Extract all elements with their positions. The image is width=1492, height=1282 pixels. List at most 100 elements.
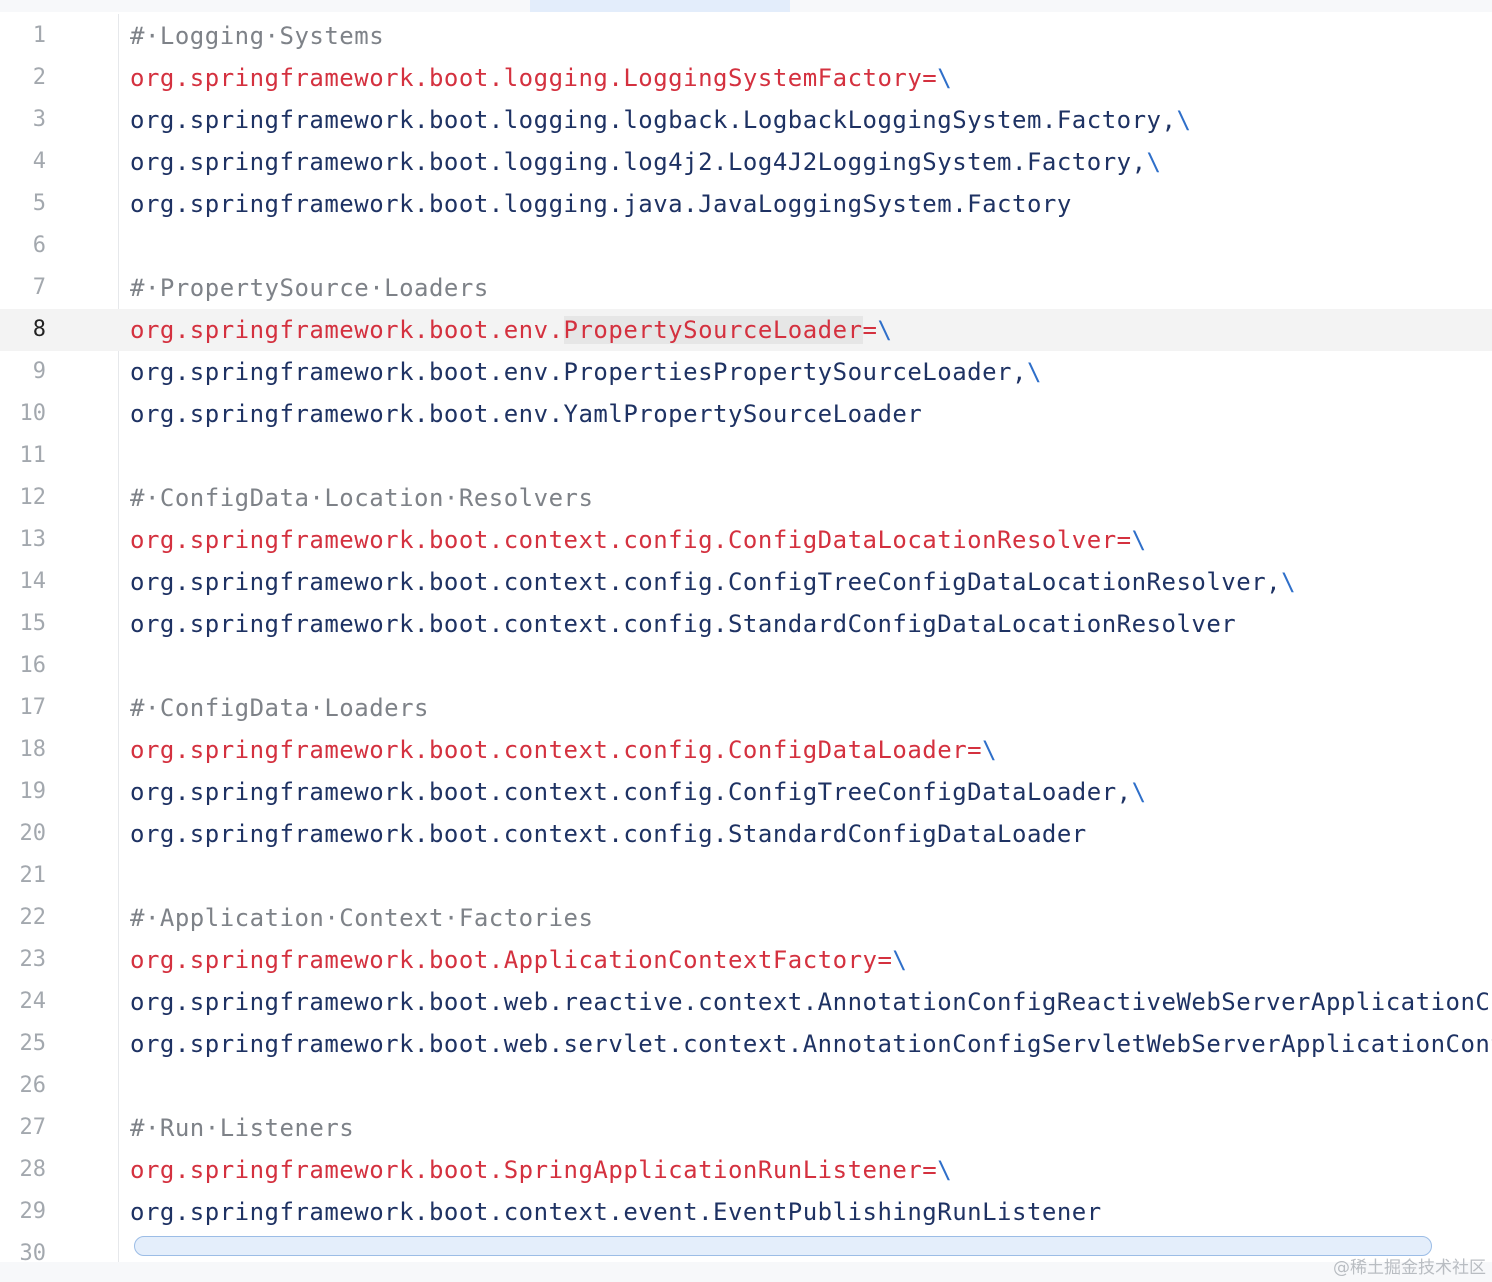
code-line[interactable]: 15 org.springframework.boot.context.confi… [0, 603, 1492, 645]
code-text[interactable]: org.springframework.boot.context.config.… [130, 561, 1296, 603]
line-continuation-token: \ [1026, 358, 1042, 386]
comment-token: #·ConfigData·Location·Resolvers [130, 484, 594, 512]
code-line[interactable]: 1 #·Logging·Systems [0, 15, 1492, 57]
code-text[interactable]: org.springframework.boot.env.PropertiesP… [130, 351, 1042, 393]
line-continuation-token: \ [937, 1156, 953, 1184]
line-number: 14 [19, 569, 47, 594]
watermark: @稀土掘金技术社区 [1333, 1258, 1486, 1278]
line-number: 9 [32, 359, 46, 384]
property-key-token: org.springframework.boot.logging.Logging… [130, 64, 938, 92]
line-number: 28 [19, 1157, 47, 1182]
comment-token: #·Application·Context·Factories [130, 904, 594, 932]
code-line[interactable]: 23 org.springframework.boot.ApplicationCo… [0, 939, 1492, 981]
code-line[interactable]: 4 org.springframework.boot.logging.log4j2… [0, 141, 1492, 183]
comment-token: #·Run·Listeners [130, 1114, 355, 1142]
property-key-token: org.springframework.boot.ApplicationCont… [130, 946, 893, 974]
code-line[interactable]: 24 org.springframework.boot.web.reactive.… [0, 981, 1492, 1023]
code-line[interactable]: 22 #·Application·Context·Factories [0, 897, 1492, 939]
line-continuation-token: \ [1146, 148, 1162, 176]
property-value-token: org.springframework.boot.context.config.… [130, 568, 1282, 596]
code-text[interactable]: org.springframework.boot.env.YamlPropert… [130, 393, 922, 435]
code-line[interactable]: 21 [0, 855, 1492, 897]
property-key-token: = [862, 316, 878, 344]
code-text[interactable]: org.springframework.boot.logging.logback… [130, 99, 1191, 141]
code-line[interactable]: 28 org.springframework.boot.SpringApplica… [0, 1149, 1492, 1191]
code-line[interactable]: 26 [0, 1065, 1492, 1107]
line-number: 3 [32, 107, 46, 132]
line-continuation-token: \ [982, 736, 998, 764]
comment-token: #·ConfigData·Loaders [130, 694, 429, 722]
line-number: 2 [32, 65, 46, 90]
code-line[interactable]: 12 #·ConfigData·Location·Resolvers [0, 477, 1492, 519]
property-value-token: org.springframework.boot.logging.java.Ja… [130, 190, 1072, 218]
code-text[interactable]: #·ConfigData·Location·Resolvers [130, 477, 593, 519]
property-value-token: org.springframework.boot.logging.log4j2.… [130, 148, 1147, 176]
code-text[interactable]: org.springframework.boot.web.servlet.con… [130, 1023, 1492, 1065]
comment-token: #·Logging·Systems [130, 22, 385, 50]
code-text[interactable]: #·Run·Listeners [130, 1107, 354, 1149]
code-lines[interactable]: 1 #·Logging·Systems 2 org.springframework.b… [0, 15, 1492, 1275]
code-line[interactable]: 27 #·Run·Listeners [0, 1107, 1492, 1149]
code-text[interactable]: org.springframework.boot.SpringApplicati… [130, 1149, 952, 1191]
line-number: 20 [19, 821, 47, 846]
property-key-token: org.springframework.boot.env. [130, 316, 564, 344]
property-value-token: org.springframework.boot.env.PropertiesP… [130, 358, 1027, 386]
code-editor[interactable]: 1 #·Logging·Systems 2 org.springframework.b… [0, 0, 1492, 1282]
line-number: 24 [19, 989, 47, 1014]
line-continuation-token: \ [1131, 778, 1147, 806]
line-number: 13 [19, 527, 47, 552]
code-text[interactable]: #·PropertySource·Loaders [130, 267, 489, 309]
code-line[interactable]: 5 org.springframework.boot.logging.java.J… [0, 183, 1492, 225]
code-text[interactable]: org.springframework.boot.context.config.… [130, 771, 1147, 813]
property-key-token: org.springframework.boot.SpringApplicati… [130, 1156, 938, 1184]
property-value-token: org.springframework.boot.web.reactive.co… [130, 988, 1492, 1016]
code-line[interactable]: 19 org.springframework.boot.context.confi… [0, 771, 1492, 813]
code-text[interactable]: org.springframework.boot.context.config.… [130, 729, 997, 771]
code-line[interactable]: 14 org.springframework.boot.context.confi… [0, 561, 1492, 603]
property-value-token: org.springframework.boot.env.YamlPropert… [130, 400, 923, 428]
code-text[interactable]: org.springframework.boot.context.config.… [130, 813, 1087, 855]
line-continuation-token: \ [1131, 526, 1147, 554]
code-line[interactable]: 16 [0, 645, 1492, 687]
active-tab-indicator[interactable] [530, 0, 790, 12]
property-value-token: org.springframework.boot.context.config.… [130, 610, 1237, 638]
code-text[interactable]: org.springframework.boot.ApplicationCont… [130, 939, 907, 981]
line-continuation-token: \ [892, 946, 908, 974]
code-line[interactable]: 25 org.springframework.boot.web.servlet.c… [0, 1023, 1492, 1065]
code-text[interactable]: #·Application·Context·Factories [130, 897, 593, 939]
line-number: 19 [19, 779, 47, 804]
horizontal-scrollbar[interactable] [134, 1236, 1432, 1256]
property-key-token: org.springframework.boot.context.config.… [130, 736, 983, 764]
code-text[interactable]: org.springframework.boot.env.PropertySou… [130, 309, 892, 351]
line-continuation-token: \ [1176, 106, 1192, 134]
line-continuation-token: \ [1281, 568, 1297, 596]
code-text[interactable]: org.springframework.boot.logging.log4j2.… [130, 141, 1162, 183]
line-continuation-token: \ [877, 316, 893, 344]
code-text[interactable]: org.springframework.boot.context.config.… [130, 519, 1147, 561]
code-line[interactable]: 20 org.springframework.boot.context.confi… [0, 813, 1492, 855]
code-line[interactable]: 17 #·ConfigData·Loaders [0, 687, 1492, 729]
code-line[interactable]: 13 org.springframework.boot.context.confi… [0, 519, 1492, 561]
code-line[interactable]: 9 org.springframework.boot.env.Properties… [0, 351, 1492, 393]
code-line[interactable]: 11 [0, 435, 1492, 477]
code-text[interactable]: #·ConfigData·Loaders [130, 687, 429, 729]
line-number: 26 [19, 1073, 47, 1098]
line-number: 16 [19, 653, 47, 678]
editor-bottom-bar [0, 1262, 1492, 1282]
code-line[interactable]: 2 org.springframework.boot.logging.Loggin… [0, 57, 1492, 99]
code-line[interactable]: 18 org.springframework.boot.context.confi… [0, 729, 1492, 771]
line-number: 15 [19, 611, 47, 636]
code-line[interactable]: 10 org.springframework.boot.env.YamlPrope… [0, 393, 1492, 435]
code-line[interactable]: 8 org.springframework.boot.env.PropertySo… [0, 309, 1492, 351]
property-value-token: org.springframework.boot.logging.logback… [130, 106, 1177, 134]
code-text[interactable]: org.springframework.boot.context.event.E… [130, 1191, 1102, 1233]
code-text[interactable]: org.springframework.boot.context.config.… [130, 603, 1236, 645]
code-line[interactable]: 6 [0, 225, 1492, 267]
code-text[interactable]: org.springframework.boot.logging.java.Ja… [130, 183, 1072, 225]
code-line[interactable]: 3 org.springframework.boot.logging.logbac… [0, 99, 1492, 141]
code-line[interactable]: 29 org.springframework.boot.context.event… [0, 1191, 1492, 1233]
code-text[interactable]: org.springframework.boot.web.reactive.co… [130, 981, 1492, 1023]
code-text[interactable]: org.springframework.boot.logging.Logging… [130, 57, 952, 99]
code-line[interactable]: 7 #·PropertySource·Loaders [0, 267, 1492, 309]
code-text[interactable]: #·Logging·Systems [130, 15, 384, 57]
